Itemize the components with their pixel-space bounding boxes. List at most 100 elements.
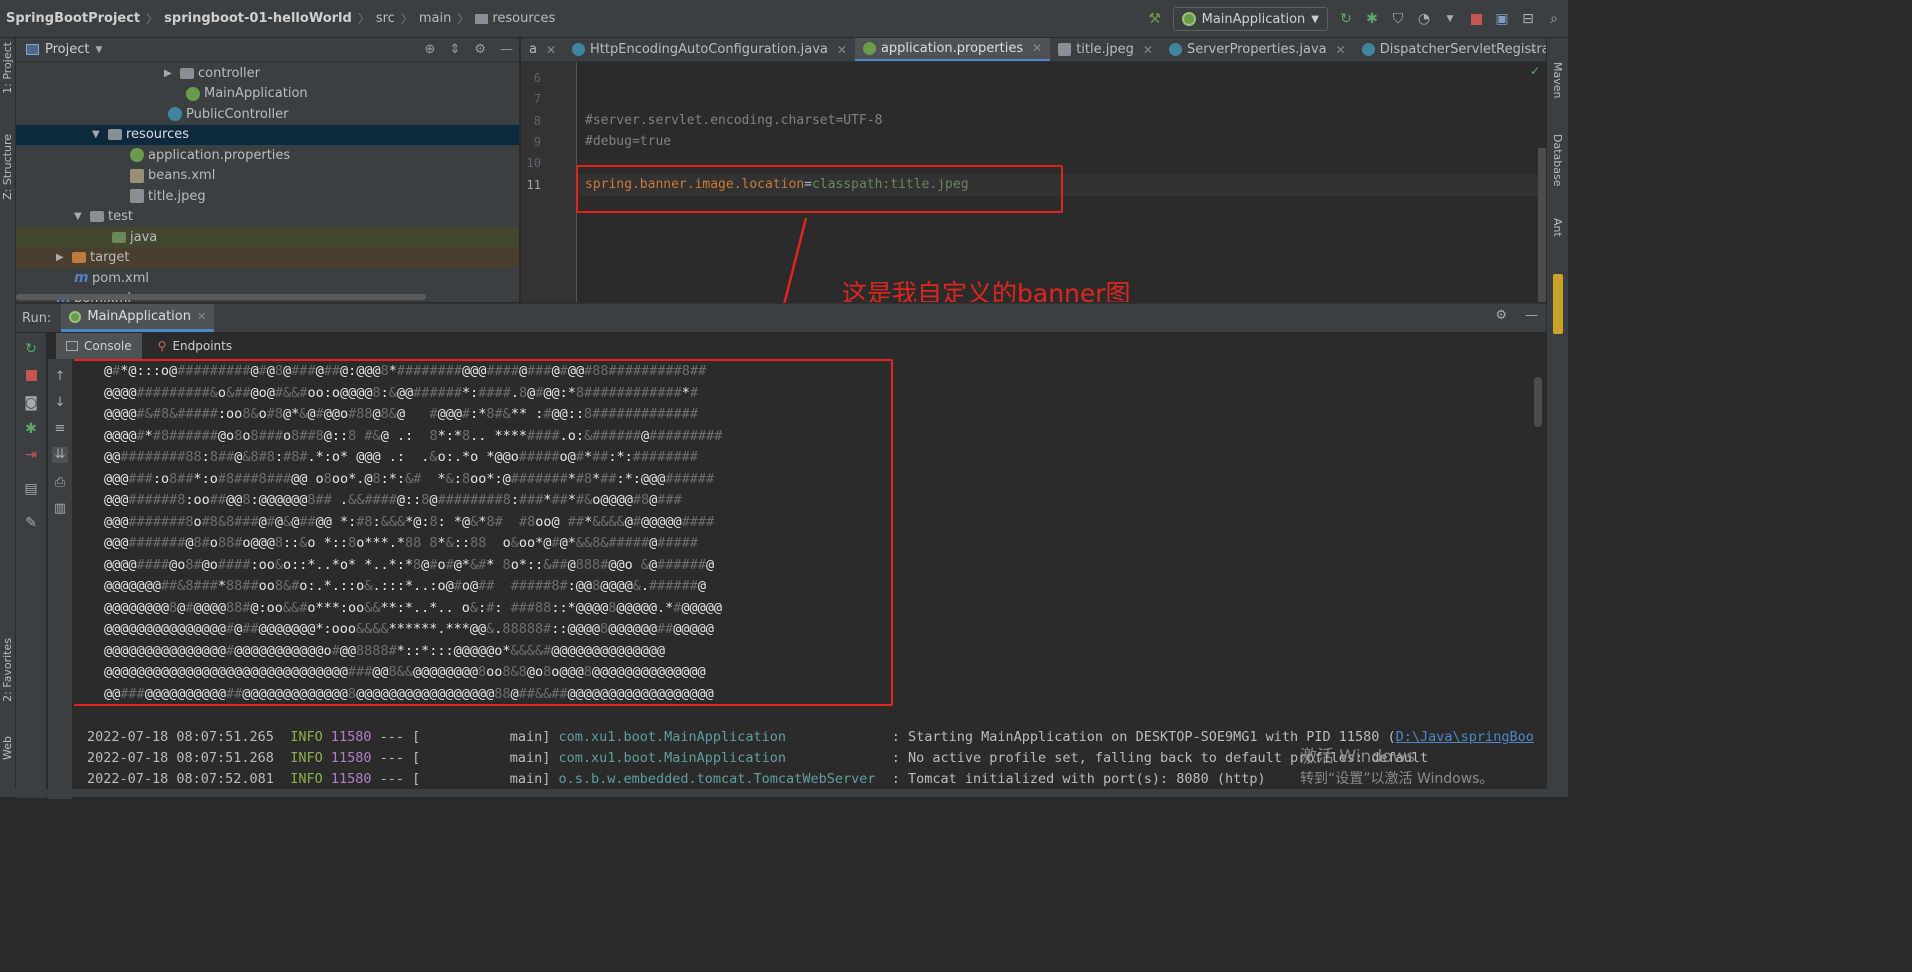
run-label: Run: (22, 310, 52, 326)
tree-item[interactable]: beans.xml (16, 166, 519, 187)
class-icon (168, 107, 182, 122)
endpoints-icon: ⚲ (157, 339, 167, 353)
debug-bug-icon[interactable]: ✱ (1364, 11, 1380, 27)
close-icon[interactable]: ✕ (1143, 43, 1153, 57)
rerun-icon[interactable]: ↻ (1338, 11, 1354, 27)
tree-item[interactable]: ▼ test (16, 207, 519, 228)
file-path-link[interactable]: D:\Java\springBoo (1396, 729, 1534, 745)
close-icon[interactable]: ✕ (197, 310, 206, 323)
console-toolbar: ↑ ↓ ≡ ⇊ ⎙ ▥ (48, 359, 72, 799)
editor-tab[interactable]: DispatcherServletRegistrationBea (1354, 38, 1546, 61)
editor-tab[interactable]: HttpEncodingAutoConfiguration.java ✕ (564, 38, 855, 61)
scroll-up-icon[interactable]: ↑ (52, 369, 68, 385)
scroll-to-end-icon[interactable]: ⇊ (52, 447, 68, 463)
breadcrumb-resources[interactable]: resources (492, 11, 555, 26)
gear-icon[interactable]: ⚙ (474, 42, 486, 57)
minimize-icon[interactable]: — (1525, 308, 1538, 323)
tree-item[interactable]: m pom.xml (16, 268, 519, 289)
tree-item-label: MainApplication (204, 86, 308, 102)
breadcrumb-project[interactable]: SpringBootProject (6, 11, 140, 26)
close-icon[interactable]: ✕ (837, 43, 847, 57)
exit-icon[interactable]: ⇥ (23, 447, 39, 463)
endpoints-tab-label: Endpoints (172, 339, 233, 353)
chevron-right-icon[interactable]: ▶ (164, 68, 174, 79)
camera-icon[interactable]: ◙ (23, 395, 39, 411)
chevron-right-icon: 〉 (400, 12, 413, 26)
chevron-down-icon[interactable]: ▼ (1442, 11, 1458, 27)
horizontal-scrollbar[interactable] (16, 294, 426, 300)
locate-target-icon[interactable]: ⊕ (425, 42, 436, 57)
class-icon (1168, 43, 1182, 56)
editor-tab[interactable]: title.jpeg ✕ (1050, 38, 1161, 61)
memory-indicator[interactable] (1553, 274, 1563, 334)
layout-icon[interactable]: ▤ (23, 481, 39, 497)
debug-bug-icon[interactable]: ✱ (23, 421, 39, 437)
tab-list-chevron-icon[interactable]: ⌄ (1529, 42, 1538, 55)
tree-item[interactable]: ▶ target (16, 247, 519, 268)
windows-activation-watermark: 激活 Windows (1300, 747, 1416, 767)
tree-item[interactable]: application.properties (16, 145, 519, 166)
editor-tab-active[interactable]: application.properties ✕ (854, 38, 1051, 61)
run-configuration-select[interactable]: MainApplication ▼ (1172, 7, 1328, 31)
stop-icon[interactable] (23, 369, 39, 385)
chevron-right-icon[interactable]: ▶ (56, 252, 66, 263)
project-panel-title[interactable]: Project (45, 42, 89, 57)
editor-tab[interactable]: a ✕ (521, 38, 564, 61)
tree-item[interactable]: MainApplication (16, 84, 519, 105)
minimize-icon[interactable]: — (500, 42, 513, 57)
stop-icon[interactable] (1468, 11, 1484, 27)
soft-wrap-icon[interactable]: ≡ (52, 421, 68, 437)
tree-item-label: controller (198, 65, 261, 81)
close-icon[interactable]: ✕ (1032, 41, 1042, 55)
run-tab[interactable]: MainApplication ✕ (61, 304, 215, 332)
collapse-all-icon[interactable]: ⇕ (449, 42, 460, 57)
breadcrumb-main[interactable]: main (419, 11, 451, 26)
code-line-comment[interactable]: #server.servlet.encoding.charset=UTF-8 (585, 113, 882, 128)
right-tool-strip: Maven Database Ant (1546, 38, 1568, 797)
line-number: 6 (533, 71, 541, 85)
properties-icon (862, 41, 876, 55)
code-line-comment[interactable]: #debug=true (585, 134, 671, 149)
tab-label: ServerProperties.java (1186, 42, 1327, 57)
project-structure-icon[interactable]: ▣ (1494, 11, 1510, 27)
ant-tool-tab[interactable]: Ant (1551, 218, 1564, 237)
trash-icon[interactable]: ▥ (52, 501, 68, 517)
database-tool-tab[interactable]: Database (1551, 134, 1564, 187)
tab-endpoints[interactable]: ⚲ Endpoints (148, 333, 242, 359)
web-tool-tab[interactable]: Web (1, 736, 14, 760)
scroll-down-icon[interactable]: ↓ (52, 395, 68, 411)
close-icon[interactable]: ✕ (1336, 43, 1346, 57)
profile-icon[interactable]: ◔ (1416, 11, 1432, 27)
pin-icon[interactable]: ✎ (23, 515, 39, 531)
tree-item[interactable]: title.jpeg (16, 186, 519, 207)
chevron-down-icon[interactable]: ▼ (95, 45, 102, 55)
maven-tool-tab[interactable]: Maven (1551, 62, 1564, 98)
breadcrumb-module[interactable]: springboot-01-helloWorld (164, 11, 352, 26)
print-icon[interactable]: ⎙ (52, 475, 68, 491)
tab-console[interactable]: Console (56, 333, 142, 359)
terminal-icon[interactable]: ⊟ (1520, 11, 1536, 27)
vertical-scrollbar[interactable] (1538, 148, 1546, 302)
build-hammer-icon[interactable]: ⚒ (1147, 11, 1163, 27)
vertical-scrollbar[interactable] (1534, 377, 1542, 427)
tree-item-selected[interactable]: ▼ resources (16, 124, 519, 145)
console-output[interactable]: @#*@:::o@#########@#@8@###@##@:@@@8*####… (74, 359, 1546, 798)
chevron-down-icon[interactable]: ▼ (74, 211, 84, 222)
folder-icon (180, 67, 194, 79)
editor-tab[interactable]: ServerProperties.java ✕ (1161, 38, 1354, 61)
close-icon[interactable]: ✕ (546, 43, 556, 57)
coverage-shield-icon[interactable]: ⛉ (1390, 11, 1406, 27)
tree-item[interactable]: PublicController (16, 104, 519, 125)
image-icon (1058, 43, 1072, 56)
gear-icon[interactable]: ⚙ (1495, 308, 1507, 323)
tree-item[interactable]: ▶ controller (16, 63, 519, 84)
structure-tool-tab[interactable]: Z: Structure (1, 134, 14, 200)
search-icon[interactable]: ⌕ (1546, 11, 1562, 27)
tree-item[interactable]: java (16, 227, 519, 248)
chevron-right-icon: 〉 (457, 12, 470, 26)
chevron-down-icon[interactable]: ▼ (92, 129, 102, 140)
breadcrumb-src[interactable]: src (376, 11, 395, 26)
project-tool-tab[interactable]: 1: Project (1, 42, 14, 94)
rerun-icon[interactable]: ↻ (23, 341, 39, 357)
favorites-tool-tab[interactable]: 2: Favorites (1, 638, 14, 702)
